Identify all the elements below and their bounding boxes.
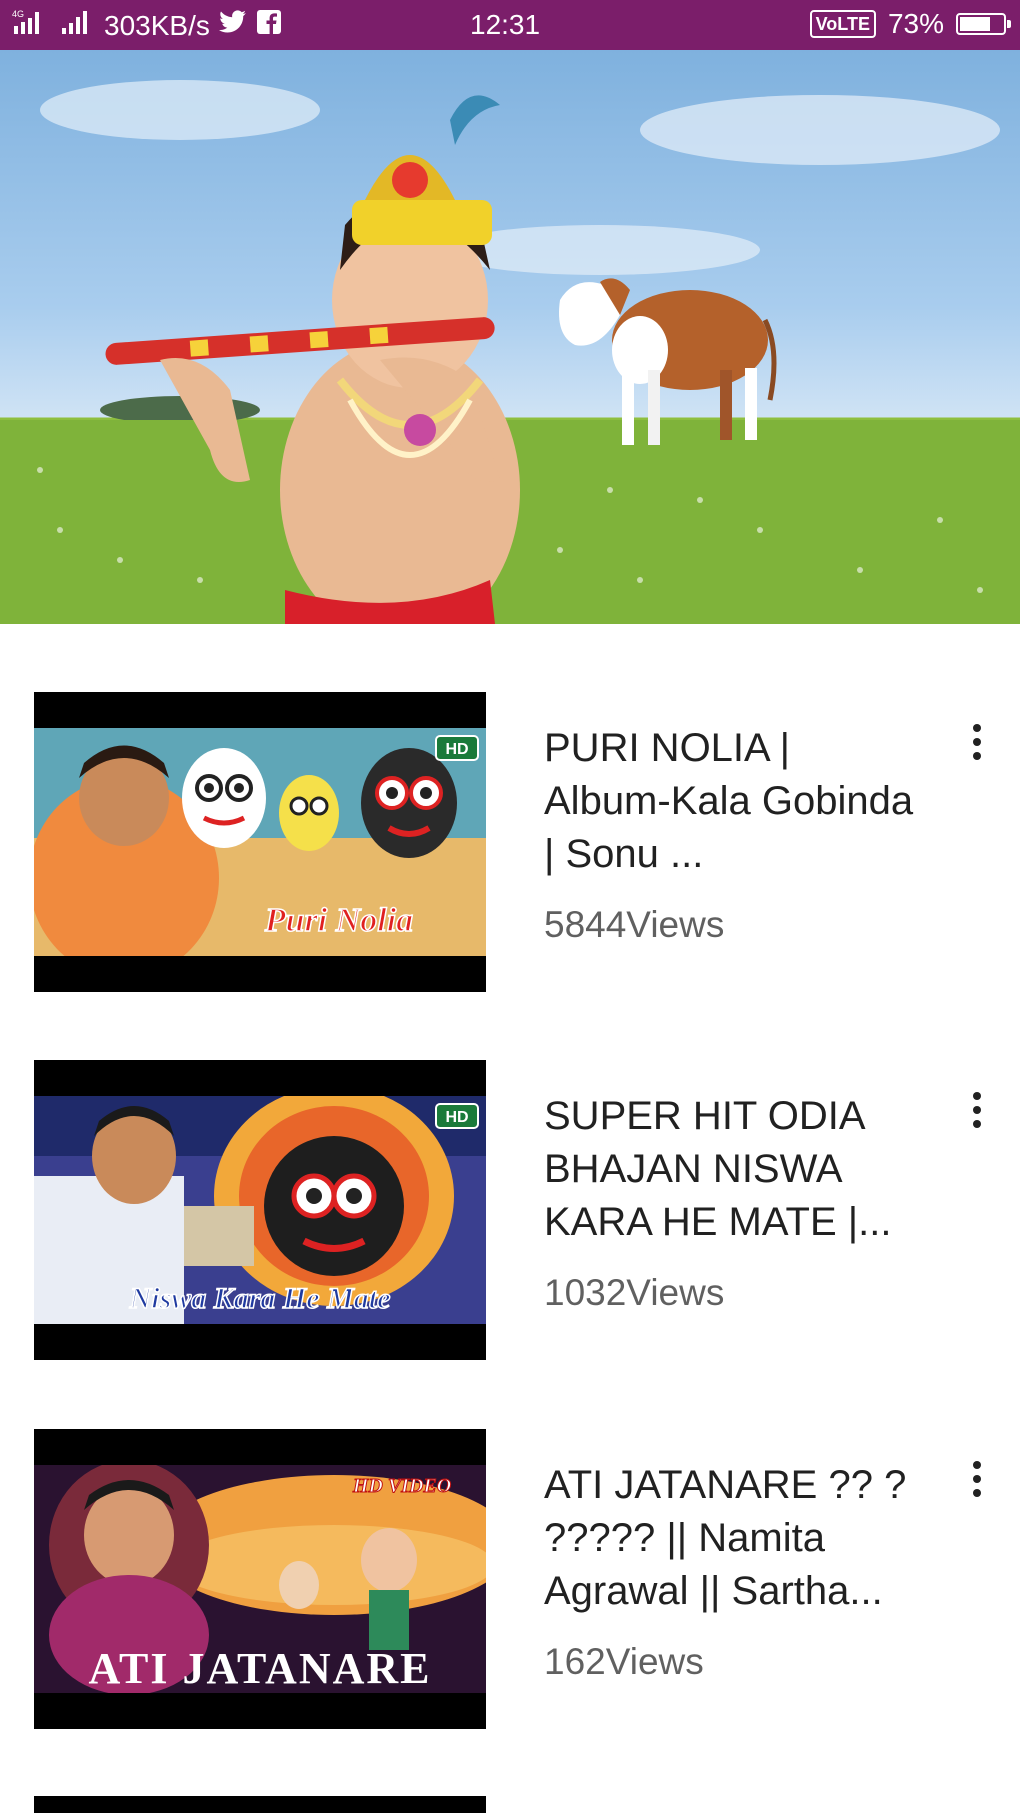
network-speed: 303KB/s xyxy=(104,9,210,41)
thumbnail-caption: Niswa Kara He Mate xyxy=(129,1282,391,1315)
banner-illustration xyxy=(0,80,1020,624)
hd-badge: HD xyxy=(445,1109,468,1126)
more-options-button[interactable] xyxy=(962,1455,992,1503)
thumbnail-caption: ATI JATANARE xyxy=(88,1644,431,1693)
video-title[interactable]: SUPER HIT ODIA BHAJAN NISWA KARA HE MATE… xyxy=(544,1090,924,1249)
facebook-icon xyxy=(256,9,282,42)
more-vertical-icon xyxy=(973,1092,981,1100)
video-views: 162Views xyxy=(544,1641,704,1682)
status-bar: 4G 303KB/s 12:31 VoLTE 73% xyxy=(0,0,1020,50)
video-thumbnail[interactable]: HD Niswa Kara He Mate xyxy=(34,1060,486,1360)
clock: 12:31 xyxy=(470,9,541,40)
video-thumbnail[interactable]: HD Puri Nolia xyxy=(34,692,486,992)
video-views: 1032Views xyxy=(544,1272,725,1313)
more-vertical-icon xyxy=(973,1461,981,1469)
battery-percent: 73% xyxy=(887,8,944,39)
more-options-button[interactable] xyxy=(962,1086,992,1134)
hd-video-badge: HD VIDEO xyxy=(352,1475,451,1497)
video-list-item[interactable]: HD Niswa Kara He Mate SUPER HIT ODIA BHA… xyxy=(0,1060,1020,1360)
video-list-item[interactable]: HD VIDEO ATI JATANARE ATI JATANARE ?? ? … xyxy=(0,1429,1020,1729)
signal-icon xyxy=(60,8,96,43)
thumbnail-caption: Puri Nolia xyxy=(264,902,413,939)
twitter-icon xyxy=(218,9,248,42)
more-options-button[interactable] xyxy=(962,718,992,766)
video-thumbnail-partial[interactable] xyxy=(34,1796,486,1813)
video-title[interactable]: PURI NOLIA | Album-Kala Gobinda | Sonu .… xyxy=(544,722,924,881)
video-views: 5844Views xyxy=(544,904,725,945)
battery-icon xyxy=(956,13,1011,35)
volte-badge: VoLTE xyxy=(809,10,876,38)
svg-text:4G: 4G xyxy=(12,9,24,19)
hd-badge: HD xyxy=(445,741,468,758)
video-thumbnail[interactable]: HD VIDEO ATI JATANARE xyxy=(34,1429,486,1729)
signal-4g-icon: 4G xyxy=(12,8,52,43)
video-title[interactable]: ATI JATANARE ?? ? ????? || Namita Agrawa… xyxy=(544,1459,924,1618)
battery-level-fill xyxy=(960,17,990,31)
video-list-item[interactable]: HD Puri Nolia PURI NOLIA | Album-Kala Go… xyxy=(0,692,1020,992)
more-vertical-icon xyxy=(973,724,981,732)
featured-banner[interactable] xyxy=(0,50,1020,624)
